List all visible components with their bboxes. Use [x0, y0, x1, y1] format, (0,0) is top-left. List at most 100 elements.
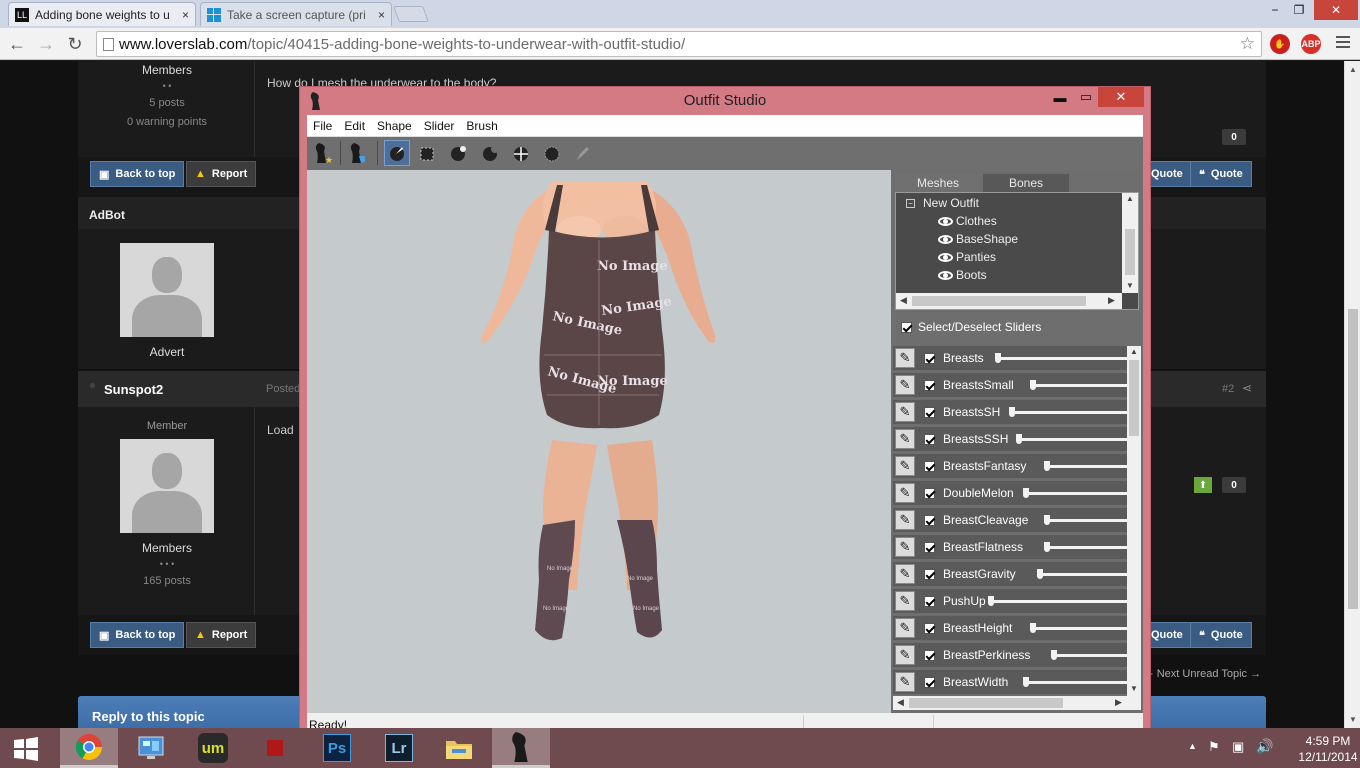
slider-track[interactable] — [1044, 515, 1127, 525]
tree-hscrollbar[interactable]: ◀ ▶ — [896, 293, 1122, 309]
collapse-icon[interactable]: − — [906, 198, 915, 208]
slider-track[interactable] — [1030, 623, 1127, 633]
post-2-author[interactable]: Sunspot2 — [104, 382, 163, 397]
quote-button[interactable]: ❝ Quote — [1190, 622, 1252, 648]
scrollbar-thumb[interactable] — [1348, 309, 1358, 609]
tab-bones[interactable]: Bones — [983, 174, 1069, 192]
slider-track[interactable] — [1023, 488, 1127, 498]
edit-slider-pencil-icon[interactable]: ✎ — [895, 510, 915, 530]
slider-knob[interactable] — [1030, 380, 1036, 390]
mask-brush-icon[interactable] — [415, 140, 441, 166]
slider-checkbox[interactable] — [924, 595, 935, 607]
slider-track[interactable] — [988, 596, 1127, 606]
slider-knob[interactable] — [1009, 407, 1015, 417]
edit-slider-pencil-icon[interactable]: ✎ — [895, 456, 915, 476]
os-close-button[interactable]: ✕ — [1098, 87, 1144, 107]
slider-track[interactable] — [1044, 542, 1127, 552]
slider-track[interactable] — [1030, 380, 1127, 390]
smooth-brush-icon[interactable] — [539, 140, 565, 166]
slider-knob[interactable] — [1051, 650, 1057, 660]
browser-close-button[interactable]: ✕ — [1314, 0, 1358, 20]
outfit-studio-icon[interactable] — [492, 728, 550, 768]
tree-item-boots[interactable]: Boots — [938, 268, 987, 282]
slider-track[interactable] — [1051, 650, 1127, 660]
inflate-brush-icon[interactable] — [446, 140, 472, 166]
bookmark-star-icon[interactable]: ☆ — [1240, 34, 1255, 54]
tab-close-icon[interactable]: × — [374, 8, 385, 22]
flag-icon[interactable]: ⚑ — [1208, 739, 1220, 755]
windows-start-icon[interactable] — [12, 736, 40, 762]
slider-knob[interactable] — [1037, 569, 1043, 579]
um-icon[interactable]: um — [184, 728, 242, 768]
slider-knob[interactable] — [1023, 488, 1029, 498]
forward-arrow-icon[interactable]: → — [35, 33, 57, 55]
slider-checkbox[interactable] — [924, 460, 935, 472]
slider-knob[interactable] — [1044, 542, 1050, 552]
quote-button[interactable]: ❝ Quote — [1190, 161, 1252, 187]
tree-item-clothes[interactable]: Clothes — [938, 214, 997, 228]
edit-slider-pencil-icon[interactable]: ✎ — [895, 375, 915, 395]
scroll-up-icon[interactable]: ▲ — [1349, 65, 1357, 74]
slider-vscrollbar[interactable]: ▲ ▼ — [1127, 346, 1141, 696]
edit-slider-pencil-icon[interactable]: ✎ — [895, 402, 915, 422]
load-reference-icon[interactable] — [345, 140, 371, 166]
slider-knob[interactable] — [1044, 515, 1050, 525]
edit-slider-pencil-icon[interactable]: ✎ — [895, 483, 915, 503]
post-number[interactable]: #2 — [1222, 383, 1234, 395]
show-hidden-icons[interactable]: ▲ — [1188, 741, 1197, 751]
slider-knob[interactable] — [1016, 434, 1022, 444]
edit-slider-pencil-icon[interactable]: ✎ — [895, 618, 915, 638]
3d-viewport[interactable]: No Image No Image No Image No Image No I… — [307, 170, 891, 713]
slider-checkbox[interactable] — [924, 406, 935, 418]
menu-file[interactable]: File — [307, 119, 338, 133]
stop-hand-extension-icon[interactable]: ✋ — [1270, 34, 1290, 54]
edit-slider-pencil-icon[interactable]: ✎ — [895, 348, 915, 368]
new-outfit-icon[interactable]: ★ — [310, 140, 336, 166]
control-panel-icon[interactable] — [122, 728, 180, 768]
slider-checkbox[interactable] — [924, 433, 935, 445]
tab-meshes[interactable]: Meshes — [895, 174, 981, 192]
edit-slider-pencil-icon[interactable]: ✎ — [895, 672, 915, 692]
slider-checkbox[interactable] — [924, 649, 935, 661]
deflate-brush-icon[interactable] — [477, 140, 503, 166]
slider-checkbox[interactable] — [924, 352, 935, 364]
share-icon[interactable]: ⋖ — [1242, 381, 1252, 395]
page-scrollbar[interactable]: ▲ ▼ — [1344, 61, 1360, 728]
slider-checkbox[interactable] — [924, 379, 935, 391]
edit-slider-pencil-icon[interactable]: ✎ — [895, 645, 915, 665]
select-all-checkbox[interactable] — [901, 321, 912, 333]
weight-paint-brush-icon[interactable] — [570, 140, 596, 166]
scroll-down-icon[interactable]: ▼ — [1349, 715, 1357, 724]
adblock-plus-icon[interactable]: ABP — [1301, 34, 1321, 54]
back-to-top-button[interactable]: ▣ Back to top — [90, 161, 185, 187]
slider-track[interactable] — [995, 353, 1127, 363]
visibility-eye-icon[interactable] — [938, 270, 953, 280]
os-titlebar[interactable]: Outfit Studio ▬ ▭ ✕ — [300, 87, 1150, 115]
tab-screen-capture[interactable]: Take a screen capture (pri × — [200, 2, 392, 26]
volume-icon[interactable]: 🔊 — [1256, 738, 1273, 755]
select-deselect-sliders[interactable]: Select/Deselect Sliders — [901, 320, 1041, 334]
move-brush-icon[interactable] — [508, 140, 534, 166]
new-tab-button[interactable] — [393, 6, 429, 22]
edit-slider-pencil-icon[interactable]: ✎ — [895, 429, 915, 449]
menu-shape[interactable]: Shape — [371, 119, 418, 133]
slider-track[interactable] — [1037, 569, 1127, 579]
slider-track[interactable] — [1044, 461, 1127, 471]
tree-item-baseshape[interactable]: BaseShape — [938, 232, 1018, 246]
slider-checkbox[interactable] — [924, 676, 935, 688]
edit-slider-pencil-icon[interactable]: ✎ — [895, 564, 915, 584]
slider-checkbox[interactable] — [924, 487, 935, 499]
browser-restore-button[interactable]: ❐ — [1286, 0, 1312, 20]
browser-minimize-button[interactable]: − — [1262, 0, 1288, 20]
clock[interactable]: 4:59 PM 12/11/2014 — [1298, 733, 1358, 765]
slider-hscrollbar[interactable]: ◀ ▶ — [893, 696, 1141, 710]
back-to-top-button[interactable]: ▣ Back to top — [90, 622, 185, 648]
menu-brush[interactable]: Brush — [460, 119, 503, 133]
slider-knob[interactable] — [988, 596, 994, 606]
tree-root[interactable]: − New Outfit — [906, 196, 979, 210]
address-bar[interactable]: www.loverslab.com/topic/40415-adding-bon… — [96, 31, 1262, 57]
tree-item-panties[interactable]: Panties — [938, 250, 996, 264]
menu-slider[interactable]: Slider — [418, 119, 461, 133]
tab-loverslab[interactable]: LL Adding bone weights to u × — [8, 2, 196, 26]
chrome-icon[interactable] — [60, 728, 118, 768]
